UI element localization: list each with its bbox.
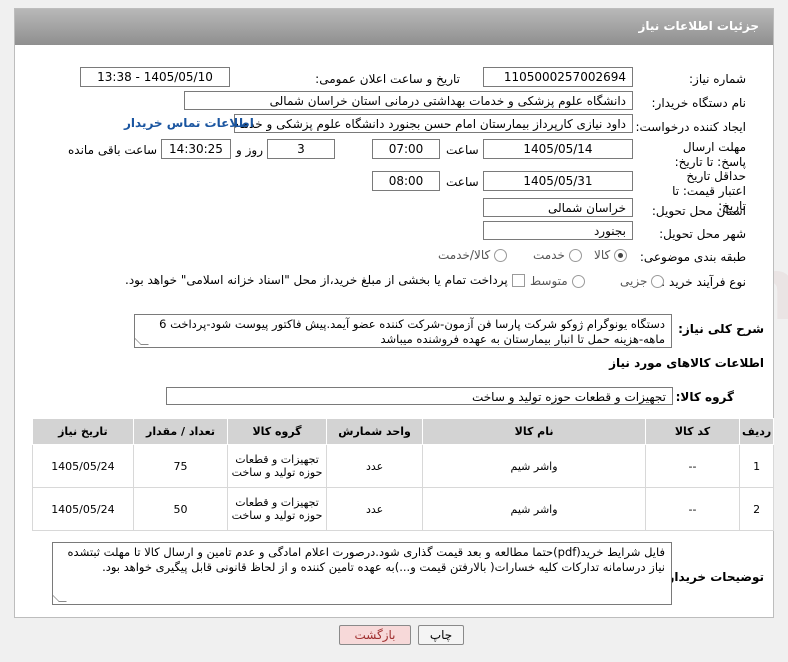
goods-table: ردیف کد کالا نام کالا واحد شمارش گروه کا… [32,418,774,531]
table-header-row: ردیف کد کالا نام کالا واحد شمارش گروه کا… [32,418,774,445]
radio-selected-icon[interactable] [614,249,628,262]
buyer-org-label: نام دستگاه خریدار: [651,96,747,110]
need-number-field: 1105000257002694 [483,67,633,87]
delivery-province-label: استان محل تحویل: [651,204,746,218]
item-unit: عدد [325,444,424,488]
buyer-org-field: دانشگاه علوم پزشکی و خدمات بهداشتی درمان… [184,91,633,110]
table-row: 2 -- واشر شیم عدد تجهیزات و قطعات حوزه ت… [32,487,774,531]
validity-time-field: 08:00 [372,171,440,191]
radio-icon[interactable] [651,275,665,288]
item-group: تجهیزات و قطعات حوزه تولید و ساخت [227,444,327,488]
category-option-goods-service[interactable]: کالا/خدمت [438,248,508,262]
row-number: 1 [739,444,774,488]
page-title: جزئیات اطلاعات نیاز [15,9,773,45]
city-field: بجنورد [483,221,633,240]
goods-info-heading: اطلاعات کالاهای مورد نیاز [609,356,764,370]
category-label: طبقه بندی موضوعی: [639,250,746,264]
delivery-city-label: شهر محل تحویل: [659,227,746,241]
column-header: ردیف [739,418,774,445]
remaining-label: ساعت باقی مانده [68,143,158,157]
radio-icon[interactable] [568,249,582,262]
category-option-service[interactable]: خدمت [533,248,582,262]
buyer-notes-field: فایل شرایط خرید(pdf)حتما مطالعه و بعد قی… [52,542,672,605]
item-name: واشر شیم [422,444,646,488]
contact-info-link[interactable]: اطلاعات تماس خریدار [124,116,254,130]
radio-icon[interactable] [494,249,508,262]
reply-deadline-label: مهلت ارسال پاسخ: تا تاریخ: [674,140,746,169]
row-number: 2 [739,487,774,531]
item-code: -- [644,444,741,488]
print-button[interactable]: چاپ [418,625,464,645]
category-option-goods[interactable]: کالا [594,248,628,262]
remaining-time-field: 14:30:25 [161,139,231,159]
column-header: تعداد / مقدار [132,418,229,445]
item-unit: عدد [325,487,424,531]
reply-time-field: 07:00 [372,139,440,159]
reply-time-label: ساعت [446,143,479,157]
announce-datetime-field: 1405/05/10 - 13:38 [80,67,230,87]
table-row: 1 -- واشر شیم عدد تجهیزات و قطعات حوزه ت… [32,444,774,488]
buyer-notes-label: توضیحات خریدار: [662,570,764,584]
validity-time-label: ساعت [446,175,479,189]
announce-datetime-label: تاریخ و ساعت اعلان عمومی: [315,72,460,86]
day-and-label: روز و [236,143,263,157]
purchase-option-medium[interactable]: متوسط [530,274,585,288]
treasury-payment-option[interactable]: پرداخت تمام یا بخشی از مبلغ خرید،از محل … [125,273,525,287]
item-need-date: 1405/05/24 [32,487,134,531]
general-desc-label: شرح کلی نیاز: [678,322,764,336]
item-quantity: 50 [132,487,229,531]
checkbox-icon[interactable] [511,274,525,287]
purchase-type-label: نوع فرآیند خرید : [661,275,746,289]
general-description-field: دستگاه یونوگرام ژوکو شرکت پارسا فن آزمون… [134,314,672,348]
item-quantity: 75 [132,444,229,488]
need-number-label: شماره نیاز: [689,72,746,86]
goods-group-label: گروه کالا: [675,390,734,404]
column-header: تاریخ نیاز [32,418,134,445]
column-header: واحد شمارش [325,418,424,445]
column-header: کد کالا [644,418,741,445]
item-name: واشر شیم [422,487,646,531]
purchase-option-minor[interactable]: جزیی [620,274,665,288]
column-header: گروه کالا [227,418,327,445]
column-header: نام کالا [422,418,646,445]
resize-handle-icon[interactable] [53,594,67,602]
back-button[interactable]: بازگشت [339,625,411,645]
radio-icon[interactable] [571,275,585,288]
province-field: خراسان شمالی [483,198,633,217]
requester-field: داود نیازی کارپرداز بیمارستان امام حسن ب… [234,114,633,133]
reply-date-field: 1405/05/14 [483,139,633,159]
item-code: -- [644,487,741,531]
validity-date-field: 1405/05/31 [483,171,633,191]
item-group: تجهیزات و قطعات حوزه تولید و ساخت [227,487,327,531]
goods-group-field: تجهیزات و قطعات حوزه تولید و ساخت [166,387,673,405]
item-need-date: 1405/05/24 [32,444,134,488]
remaining-days-field: 3 [267,139,335,159]
requester-label: ایجاد کننده درخواست: [635,120,746,134]
